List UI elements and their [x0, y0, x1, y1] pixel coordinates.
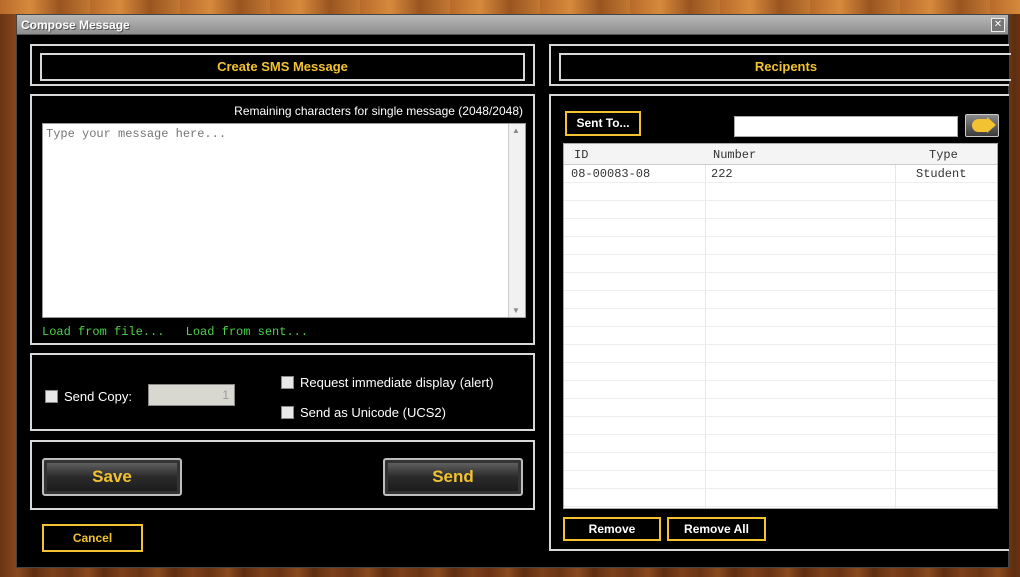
checkbox-icon[interactable]: [45, 390, 58, 403]
actions-panel: Save Send: [30, 440, 535, 510]
empty-table-row: [564, 471, 997, 489]
empty-table-row: [564, 489, 997, 507]
empty-table-row: [564, 381, 997, 399]
remaining-characters: Remaining characters for single message …: [234, 104, 523, 118]
create-sms-header: Create SMS Message: [40, 53, 525, 81]
unicode-checkbox[interactable]: Send as Unicode (UCS2): [281, 405, 446, 420]
load-from-file-link[interactable]: Load from file...: [42, 325, 164, 339]
column-header-number[interactable]: Number: [713, 148, 756, 162]
column-header-id[interactable]: ID: [574, 148, 588, 162]
send-copy-count-field[interactable]: 1: [148, 384, 235, 406]
cancel-button[interactable]: Cancel: [42, 524, 143, 552]
message-textarea[interactable]: [43, 124, 508, 314]
arrow-right-icon: [972, 117, 996, 133]
empty-table-row: [564, 309, 997, 327]
empty-table-row: [564, 237, 997, 255]
sent-to-button[interactable]: Sent To...: [565, 111, 641, 136]
checkbox-icon[interactable]: [281, 376, 294, 389]
recipients-table: ID Number Type 08-00083-08 222 Student: [563, 143, 998, 509]
empty-table-row: [564, 183, 997, 201]
remove-button[interactable]: Remove: [563, 517, 661, 541]
cell-number: 222: [711, 167, 733, 181]
message-scrollbar[interactable]: ▲ ▼: [508, 124, 525, 317]
title-bar: Compose Message ✕: [17, 15, 1008, 35]
column-header-type[interactable]: Type: [929, 148, 958, 162]
close-icon[interactable]: ✕: [991, 18, 1005, 32]
checkbox-icon[interactable]: [281, 406, 294, 419]
request-display-label: Request immediate display (alert): [300, 375, 494, 390]
empty-table-row: [564, 507, 997, 508]
recipient-search-input[interactable]: [734, 116, 958, 137]
empty-table-row: [564, 273, 997, 291]
left-header-panel: Create SMS Message: [30, 44, 535, 86]
empty-table-row: [564, 219, 997, 237]
cell-type: Student: [916, 167, 967, 181]
background-wood: [0, 0, 1020, 14]
empty-table-row: [564, 363, 997, 381]
window-title: Compose Message: [21, 18, 130, 32]
send-copy-label: Send Copy:: [64, 389, 132, 404]
empty-table-row: [564, 417, 997, 435]
empty-table-row: [564, 435, 997, 453]
empty-table-row: [564, 453, 997, 471]
load-from-sent-link[interactable]: Load from sent...: [186, 325, 308, 339]
send-copy-checkbox[interactable]: Send Copy:: [45, 389, 132, 404]
cell-id: 08-00083-08: [571, 167, 651, 181]
recipients-header: Recipents: [559, 53, 1011, 81]
table-row[interactable]: 08-00083-08 222 Student: [564, 165, 997, 183]
go-button[interactable]: [965, 114, 999, 137]
recipients-panel: Sent To... ID Number Type 08-00083-08 22…: [549, 94, 1009, 551]
save-button[interactable]: Save: [42, 458, 182, 496]
empty-table-row: [564, 255, 997, 273]
send-button[interactable]: Send: [383, 458, 523, 496]
compose-message-window: Compose Message ✕ Create SMS Message Rem…: [16, 14, 1011, 568]
empty-table-row: [564, 399, 997, 417]
scroll-up-icon[interactable]: ▲: [512, 126, 520, 135]
right-header-panel: Recipents: [549, 44, 1011, 86]
empty-table-row: [564, 345, 997, 363]
request-display-checkbox[interactable]: Request immediate display (alert): [281, 375, 494, 390]
empty-table-row: [564, 327, 997, 345]
table-header: ID Number Type: [564, 144, 997, 165]
scroll-down-icon[interactable]: ▼: [512, 306, 520, 315]
options-panel: Send Copy: 1 Request immediate display (…: [30, 353, 535, 431]
empty-table-row: [564, 201, 997, 219]
message-box: ▲ ▼: [42, 123, 526, 318]
unicode-label: Send as Unicode (UCS2): [300, 405, 446, 420]
message-panel: Remaining characters for single message …: [30, 94, 535, 345]
remove-all-button[interactable]: Remove All: [667, 517, 766, 541]
load-links: Load from file... Load from sent...: [42, 325, 322, 339]
empty-rows: [564, 183, 997, 508]
empty-table-row: [564, 291, 997, 309]
